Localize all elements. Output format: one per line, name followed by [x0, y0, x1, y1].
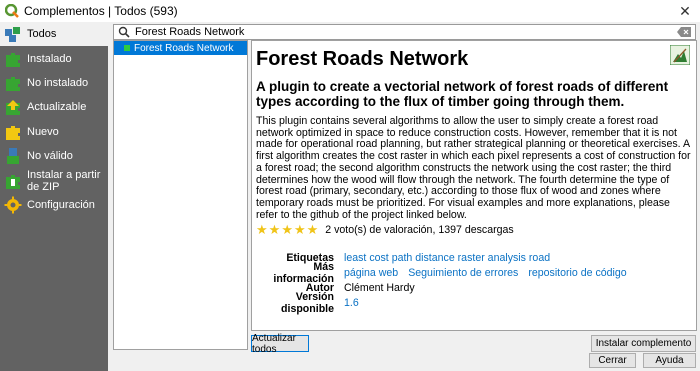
sidebar-item-not-installed[interactable]: No instalado	[0, 71, 108, 95]
bug-tracker-link[interactable]: Seguimiento de errores	[408, 267, 518, 279]
sidebar-item-label: No instalado	[27, 76, 89, 89]
version-value: 1.6	[344, 296, 359, 309]
star-icon[interactable]: ★	[307, 223, 319, 236]
star-icon[interactable]: ★	[281, 223, 293, 236]
window-title: Complementos | Todos (593)	[24, 4, 178, 18]
installed-plugin-icon	[6, 52, 20, 67]
search-icon	[118, 26, 130, 38]
search-input[interactable]	[135, 26, 677, 38]
sidebar-item-install-zip[interactable]: Instalar a partir de ZIP	[0, 168, 108, 193]
install-zip-icon	[6, 174, 20, 189]
star-icon[interactable]: ★	[269, 223, 281, 236]
plugin-description: This plugin contains several algorithms …	[256, 115, 691, 221]
new-plugin-icon	[6, 125, 20, 140]
rating-text: 2 voto(s) de valoración, 1397 descargas	[325, 223, 514, 236]
sidebar: Todos Instalado No instalado Actualizabl…	[0, 22, 108, 371]
sidebar-item-label: Instalado	[27, 52, 72, 65]
homepage-link[interactable]: página web	[344, 267, 398, 279]
tags-link[interactable]: least cost path distance raster analysis…	[344, 252, 550, 264]
invalid-plugin-icon	[7, 148, 19, 165]
plugin-list-item[interactable]: Forest Roads Network	[114, 41, 247, 55]
title-bar: Complementos | Todos (593) ✕	[0, 0, 700, 22]
plugin-status-icon	[124, 45, 130, 51]
sidebar-item-all[interactable]: Todos	[0, 22, 108, 47]
meta-row-more-info: Más información página web Seguimiento d…	[252, 261, 696, 285]
close-button[interactable]: Cerrar	[589, 353, 636, 368]
plugin-summary: A plugin to create a vectorial network o…	[256, 79, 669, 109]
rating-stars[interactable]: ★ ★ ★ ★ ★	[256, 223, 319, 236]
plugin-details-panel: Forest Roads Network A plugin to create …	[251, 40, 697, 331]
help-button[interactable]: Ayuda	[643, 353, 696, 368]
search-field[interactable]	[113, 24, 696, 40]
sidebar-item-label: Configuración	[27, 198, 95, 211]
plugin-title: Forest Roads Network	[256, 48, 469, 70]
settings-gear-icon	[4, 196, 22, 214]
sidebar-item-label: Actualizable	[27, 101, 87, 114]
sidebar-item-label: Todos	[27, 28, 57, 41]
author-value: Clément Hardy	[344, 281, 415, 294]
plugin-metadata: Etiquetas least cost path distance raste…	[252, 250, 696, 315]
not-installed-plugin-icon	[6, 76, 20, 91]
clear-search-icon[interactable]	[677, 27, 691, 37]
version-label: Versión disponible	[281, 290, 334, 315]
sidebar-item-settings[interactable]: Configuración	[0, 193, 108, 217]
star-icon[interactable]: ★	[256, 223, 268, 236]
update-all-button[interactable]: Actualizar todos	[251, 333, 309, 355]
qgis-logo-icon	[5, 4, 19, 18]
plugin-rating: ★ ★ ★ ★ ★ 2 voto(s) de valoración, 1397 …	[256, 223, 514, 236]
sidebar-item-invalid[interactable]: No válido	[0, 144, 108, 168]
plugin-logo-icon	[670, 45, 690, 65]
sidebar-item-label: Instalar a partir de ZIP	[27, 168, 101, 193]
sidebar-item-new[interactable]: Nuevo	[0, 120, 108, 144]
close-window-icon[interactable]: ✕	[670, 0, 700, 22]
sidebar-item-installed[interactable]: Instalado	[0, 46, 108, 70]
sidebar-item-upgradeable[interactable]: Actualizable	[0, 95, 108, 119]
meta-row-version: Versión disponible 1.6	[252, 291, 696, 315]
plugin-list: Forest Roads Network	[113, 40, 248, 350]
install-plugin-button[interactable]: Instalar complemento	[591, 335, 696, 352]
upgradeable-plugin-icon	[6, 100, 20, 116]
plugin-list-item-label: Forest Roads Network	[134, 42, 234, 54]
code-repository-link[interactable]: repositorio de código	[528, 267, 626, 279]
star-icon[interactable]: ★	[294, 223, 306, 236]
all-plugins-icon	[5, 27, 20, 43]
sidebar-item-label: Nuevo	[27, 125, 59, 138]
sidebar-item-label: No válido	[27, 150, 73, 163]
